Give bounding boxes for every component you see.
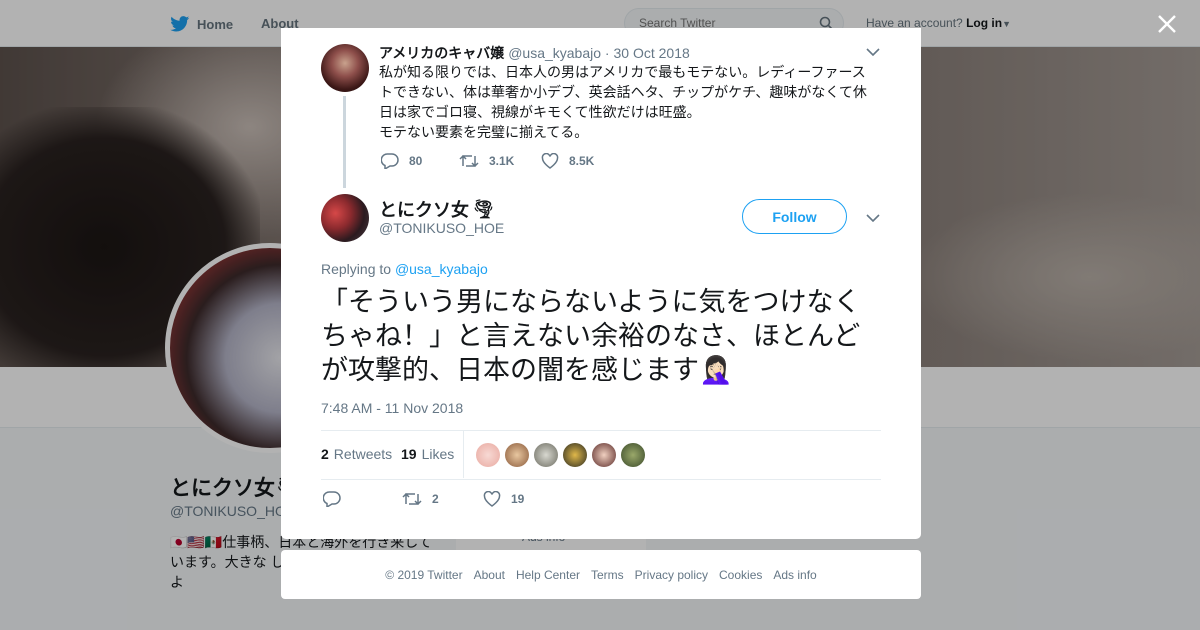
parent-reply-action[interactable]: 80: [381, 153, 422, 169]
parent-like-action[interactable]: 8.5K: [541, 153, 594, 169]
retweets-stat-label: Retweets: [333, 446, 393, 462]
replying-to-handle-link[interactable]: @usa_kyabajo: [395, 261, 488, 277]
main-tweet-avatar[interactable]: [321, 194, 369, 242]
retweet-icon: [402, 492, 422, 506]
reply-icon: [323, 491, 341, 507]
tornado-emoji-icon: 🌪: [472, 198, 495, 219]
follow-button[interactable]: Follow: [742, 199, 847, 234]
parent-like-count: 8.5K: [569, 154, 595, 168]
replying-to-label: Replying to: [321, 261, 392, 277]
main-tweet-author-handle[interactable]: @TONIKUSO_HOE: [379, 220, 504, 236]
chevron-down-icon[interactable]: [866, 48, 880, 56]
footer-copyright: © 2019 Twitter: [385, 567, 463, 582]
stats-divider: [463, 431, 464, 478]
likes-stat-label: Likes: [421, 446, 455, 462]
heart-icon: [541, 153, 559, 169]
tweet-stats-bar: 2 Retweets 19 Likes: [321, 430, 881, 480]
main-retweet-action[interactable]: 2: [402, 491, 439, 507]
parent-retweet-count: 3.1K: [489, 154, 515, 168]
parent-tweet-date[interactable]: 30 Oct 2018: [613, 45, 689, 61]
thread-connector-line: [343, 96, 346, 188]
main-like-count: 19: [511, 492, 525, 506]
parent-reply-count: 80: [409, 154, 423, 168]
retweets-stat[interactable]: 2 Retweets: [321, 446, 392, 462]
parent-tweet-author-handle[interactable]: @usa_kyabajo: [508, 45, 601, 61]
main-tweet-text: 「そういう男にならないように気をつけなくちゃね！」と言えない余裕のなさ、ほとんど…: [321, 287, 861, 385]
reply-icon: [381, 153, 399, 169]
main-reply-action[interactable]: [323, 491, 351, 507]
footer-link-privacy-policy[interactable]: Privacy policy: [635, 568, 708, 582]
retweets-stat-count: 2: [321, 446, 329, 462]
close-icon[interactable]: [1156, 13, 1178, 35]
liker-avatar[interactable]: [592, 443, 616, 467]
liker-avatar[interactable]: [476, 443, 500, 467]
parent-tweet-header: アメリカのキャバ嬢 @usa_kyabajo · 30 Oct 2018: [379, 43, 690, 63]
tweet-permalink-modal: アメリカのキャバ嬢 @usa_kyabajo · 30 Oct 2018 私が知…: [281, 28, 921, 539]
main-like-action[interactable]: 19: [483, 491, 524, 507]
parent-tweet-avatar[interactable]: [321, 44, 369, 92]
retweet-icon: [459, 154, 479, 168]
parent-retweet-action[interactable]: 3.1K: [459, 153, 514, 169]
main-tweet-timestamp[interactable]: 7:48 AM - 11 Nov 2018: [321, 400, 463, 416]
liker-avatar[interactable]: [505, 443, 529, 467]
heart-icon: [483, 491, 501, 507]
footer-link-terms[interactable]: Terms: [591, 568, 624, 582]
footer-link-ads-info[interactable]: Ads info: [773, 568, 816, 582]
footer-link-cookies[interactable]: Cookies: [719, 568, 762, 582]
footer-link-about[interactable]: About: [474, 568, 505, 582]
liker-avatar[interactable]: [563, 443, 587, 467]
parent-tweet-text: 私が知る限りでは、日本人の男はアメリカで最もモテない。レディーファーストできない…: [379, 64, 867, 140]
footer-link-help-center[interactable]: Help Center: [516, 568, 580, 582]
liker-avatar[interactable]: [621, 443, 645, 467]
separator-dot: ·: [604, 45, 610, 61]
likes-stat-count: 19: [401, 446, 417, 462]
liker-avatar[interactable]: [534, 443, 558, 467]
likes-stat[interactable]: 19 Likes: [401, 446, 454, 462]
main-retweet-count: 2: [432, 492, 439, 506]
parent-tweet-author-name[interactable]: アメリカのキャバ嬢: [379, 45, 504, 61]
chevron-down-icon[interactable]: [866, 214, 880, 222]
replying-to-line: Replying to @usa_kyabajo: [321, 261, 488, 277]
main-tweet-author-name[interactable]: とにクソ女 🌪: [379, 196, 495, 222]
footer: © 2019 Twitter About Help Center Terms P…: [281, 550, 921, 599]
main-tweet-author-name-text: とにクソ女: [379, 200, 469, 220]
